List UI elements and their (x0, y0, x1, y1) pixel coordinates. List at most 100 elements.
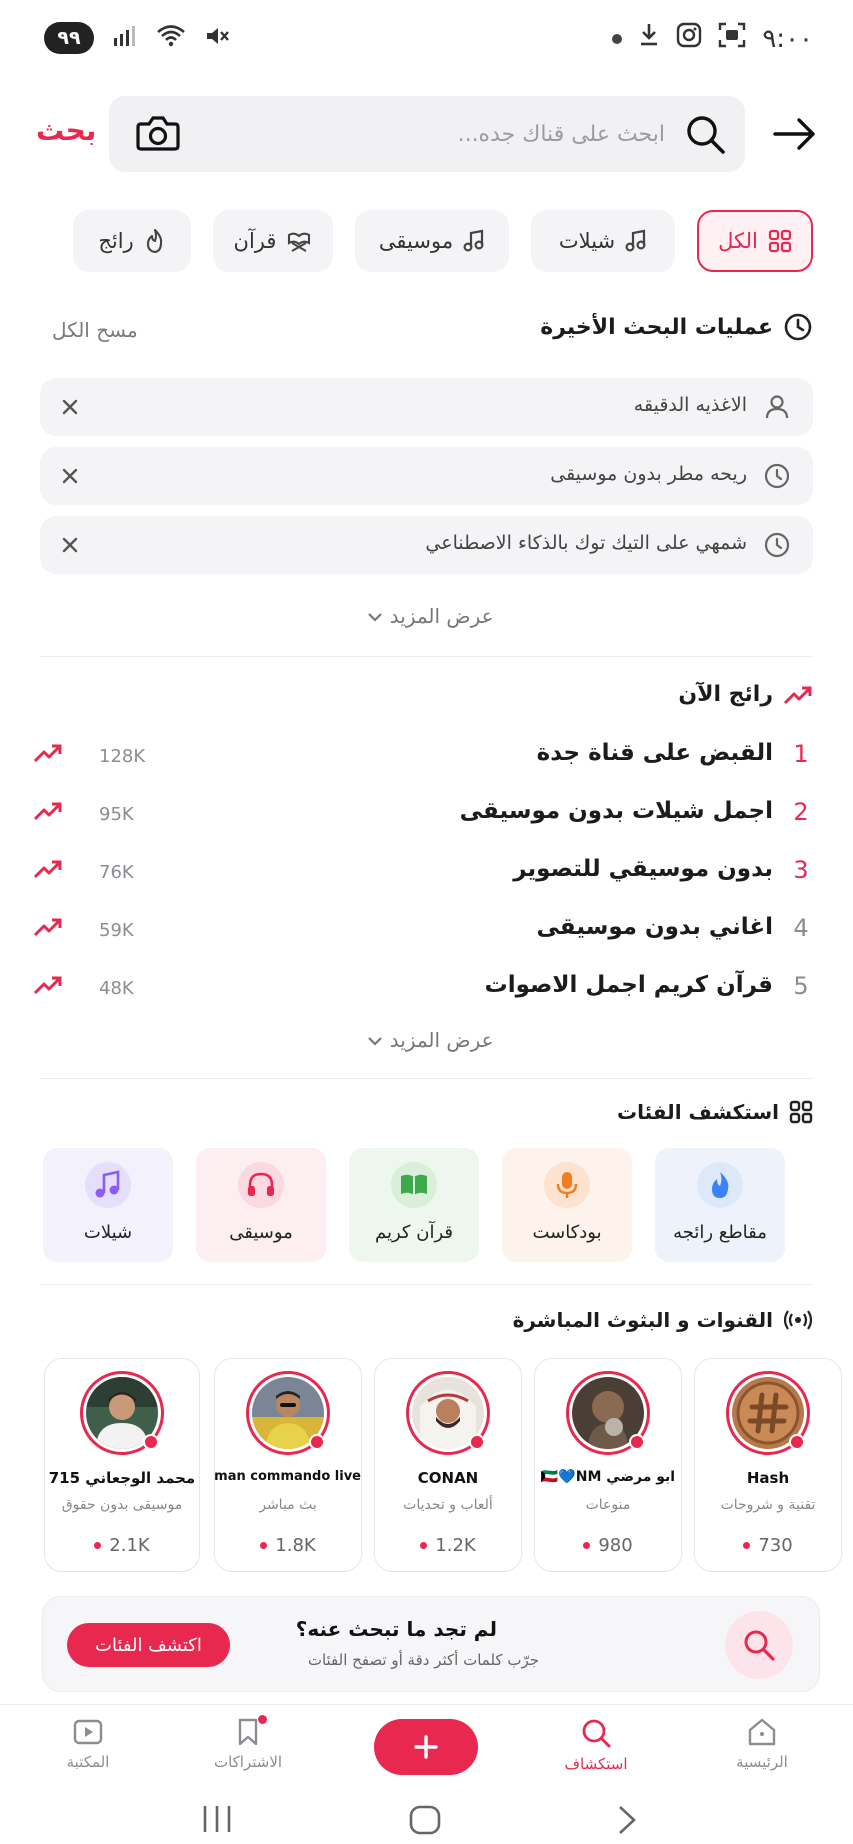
channel-category: بث مباشر (259, 1497, 317, 1513)
headphones-icon (238, 1162, 284, 1208)
category-label: بودكاست (532, 1222, 602, 1243)
camera-icon[interactable] (135, 110, 181, 160)
trending-header: رائج الآن (678, 682, 813, 707)
channel-name: ابو مرضي 🇰🇼💙NM (540, 1469, 676, 1485)
trending-row[interactable]: 3 بدون موسيقي للتصوير 76K (23, 854, 813, 894)
category-label: مقاطع رائجه (673, 1222, 767, 1243)
bookmark-icon (238, 1718, 258, 1746)
wifi-icon (156, 24, 186, 52)
search-box[interactable] (109, 96, 745, 172)
category-grid: مقاطع رائجه بودكاست قرآن كريم موسيقى شيل… (43, 1148, 785, 1262)
home-circle-icon[interactable] (408, 1804, 442, 1840)
recent-apps-icon[interactable] (200, 1804, 234, 1838)
nav-subscriptions[interactable]: الاشتراكات (188, 1715, 308, 1771)
trending-text: اجمل شيلات بدون موسيقى (459, 798, 773, 824)
microphone-icon (544, 1162, 590, 1208)
remove-recent-button[interactable] (56, 462, 84, 490)
show-more-recent-button[interactable]: عرض المزيد (0, 604, 853, 628)
avatar (726, 1371, 810, 1455)
channel-category: ألعاب و تحديات (403, 1497, 493, 1513)
back-button[interactable] (767, 106, 823, 162)
channel-name: CONAN (417, 1469, 479, 1487)
chevron-down-icon (367, 1028, 383, 1052)
chip-music[interactable]: موسيقى (355, 210, 509, 272)
channel-card[interactable]: محمد الوجعاني 715 موسيقى بدون حقوق 2.1K (44, 1358, 200, 1572)
trending-row[interactable]: 4 اغاني بدون موسيقى 59K (23, 912, 813, 952)
avatar (566, 1371, 650, 1455)
screenshot-icon (718, 22, 746, 55)
search-button[interactable]: بحث (36, 114, 96, 147)
show-more-label: عرض المزيد (389, 604, 494, 628)
search-header: بحث (0, 96, 853, 172)
divider (40, 1284, 813, 1285)
trending-row[interactable]: 1 القبض على قناة جدة 128K (23, 738, 813, 778)
quran-stand-icon (288, 232, 311, 252)
view-count: 1.8K (275, 1535, 316, 1556)
create-button[interactable] (374, 1719, 478, 1775)
avatar (246, 1371, 330, 1455)
recent-search-item[interactable]: شمهي على التيك توك بالذكاء الاصطناعي (40, 516, 813, 574)
search-input[interactable] (225, 108, 665, 160)
trending-text: قرآن كريم اجمل الاصوات (484, 972, 773, 998)
live-dot-icon (420, 1542, 428, 1549)
nav-explore[interactable]: استكشاف (536, 1717, 656, 1773)
discover-categories-button[interactable]: اكتشف الفئات (67, 1623, 230, 1667)
status-right: ٩:٠٠ (612, 22, 813, 55)
trending-text: القبض على قناة جدة (536, 740, 773, 766)
remove-recent-button[interactable] (56, 531, 84, 559)
bottom-navigation: المكتبة الاشتراكات استكشاف الرئيسية (0, 1704, 853, 1792)
channel-card[interactable]: Salman commando live بث مباشر 1.8K (214, 1358, 362, 1572)
category-trending-clips[interactable]: مقاطع رائجه (655, 1148, 785, 1262)
recent-search-item[interactable]: الاغذيه الدقيقه (40, 378, 813, 436)
plus-icon (414, 1735, 438, 1759)
category-podcast[interactable]: بودكاست (502, 1148, 632, 1262)
chip-label: موسيقى (378, 229, 454, 253)
live-indicator (469, 1434, 485, 1450)
category-music[interactable]: موسيقى (196, 1148, 326, 1262)
channel-carousel: محمد الوجعاني 715 موسيقى بدون حقوق 2.1K … (0, 1358, 853, 1572)
trending-count: 76K (99, 862, 134, 883)
chip-shailat[interactable]: شيلات (531, 210, 675, 272)
live-indicator (789, 1434, 805, 1450)
trending-count: 48K (99, 978, 134, 999)
chip-quran[interactable]: قرآن (213, 210, 333, 272)
view-count: 730 (758, 1535, 793, 1556)
trending-row[interactable]: 5 قرآن كريم اجمل الاصوات 48K (23, 970, 813, 1010)
nav-home[interactable]: الرئيسية (702, 1717, 822, 1771)
chip-all[interactable]: الكل (697, 210, 813, 272)
broadcast-icon (783, 1310, 813, 1330)
trending-up-icon (33, 742, 63, 768)
grid-icon (789, 1100, 813, 1124)
view-count: 2.1K (109, 1535, 150, 1556)
chip-trending[interactable]: رائج (73, 210, 191, 272)
dot-icon (612, 33, 623, 44)
trending-count: 95K (99, 804, 134, 825)
trending-rank: 1 (793, 740, 809, 768)
channel-card[interactable]: Hash تقنية و شروحات 730 (694, 1358, 842, 1572)
clear-all-button[interactable]: مسح الكل (52, 318, 138, 342)
trending-row[interactable]: 2 اجمل شيلات بدون موسيقى 95K (23, 796, 813, 836)
show-more-trending-button[interactable]: عرض المزيد (0, 1028, 853, 1052)
chip-label: الكل (718, 229, 758, 253)
clock-icon (763, 462, 791, 494)
recent-search-text: الاغذيه الدقيقه (633, 394, 747, 416)
not-found-banner: لم تجد ما تبحث عنه؟ جرّب كلمات أكثر دقة … (42, 1596, 820, 1692)
back-chevron-icon[interactable] (614, 1804, 638, 1840)
categories-title: استكشف الفئات (617, 1100, 779, 1124)
live-dot-icon (260, 1542, 268, 1549)
divider (40, 656, 813, 657)
remove-recent-button[interactable] (56, 393, 84, 421)
trending-up-icon (33, 858, 63, 884)
clock-time: ٩:٠٠ (762, 23, 813, 54)
mute-icon (204, 24, 230, 52)
channel-card[interactable]: CONAN ألعاب و تحديات 1.2K (374, 1358, 522, 1572)
recent-search-item[interactable]: ريحه مطر بدون موسيقى (40, 447, 813, 505)
category-quran[interactable]: قرآن كريم (349, 1148, 479, 1262)
channel-card[interactable]: ابو مرضي 🇰🇼💙NM منوعات 980 (534, 1358, 682, 1572)
nav-library[interactable]: المكتبة (28, 1717, 148, 1771)
category-shailat[interactable]: شيلات (43, 1148, 173, 1262)
filter-chips: الكل شيلات موسيقى قرآن رائج (40, 210, 813, 272)
close-icon (62, 399, 78, 415)
live-indicator (629, 1434, 645, 1450)
search-icon (683, 112, 727, 160)
